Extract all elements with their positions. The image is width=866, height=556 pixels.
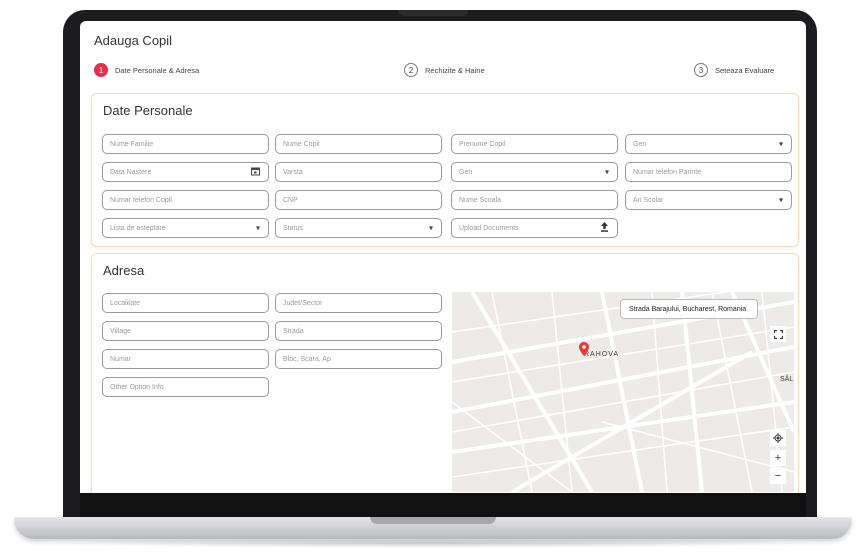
chevron-down-icon: ▾ xyxy=(428,223,433,233)
telefon-parinte-input[interactable]: Numar telefon Parinte xyxy=(625,162,792,182)
map-edge-label: SĂL xyxy=(780,376,794,383)
nume-familie-input[interactable]: Nume Familie xyxy=(102,134,269,154)
address-map[interactable]: RAHOVA SĂL Strada Barajului, Bucharest, … xyxy=(452,292,794,492)
strada-input[interactable]: Strada xyxy=(275,321,442,341)
stepper: 1 Date Personale & Adresa 2 Rechizite & … xyxy=(94,63,794,81)
village-input[interactable]: Village xyxy=(102,321,269,341)
gen-select-2[interactable]: Gen ▾ xyxy=(451,162,618,182)
zoom-out-icon[interactable]: − xyxy=(770,468,786,484)
gen-select[interactable]: Gen ▾ xyxy=(625,134,792,154)
nume-scoala-input[interactable]: Nume Scoala xyxy=(451,190,618,210)
chevron-down-icon: ▾ xyxy=(778,195,783,205)
localitate-input[interactable]: Localitate xyxy=(102,293,269,313)
chevron-down-icon: ▾ xyxy=(778,139,783,149)
page-title: Adauga Copil xyxy=(94,33,173,48)
zoom-in-icon[interactable]: + xyxy=(770,450,786,466)
screen-bezel xyxy=(80,493,806,520)
numar-input[interactable]: Numar xyxy=(102,349,269,369)
upload-icon[interactable] xyxy=(600,222,609,234)
fullscreen-icon[interactable] xyxy=(770,326,786,342)
laptop-shadow xyxy=(40,538,826,548)
lista-asteptare-select[interactable]: Lista de asteptare ▾ xyxy=(102,218,269,238)
app-screen: Adauga Copil 1 Date Personale & Adresa 2… xyxy=(80,21,806,493)
address-panel: Adresa Localitate Judet/Sector Village S… xyxy=(91,253,799,493)
step-number: 3 xyxy=(694,63,708,77)
other-option-input[interactable]: Other Option Info xyxy=(102,377,269,397)
step-label: Date Personale & Adresa xyxy=(115,65,200,75)
data-nastere-input[interactable]: Data Nastere xyxy=(102,162,269,182)
step-1[interactable]: 1 Date Personale & Adresa xyxy=(94,63,199,77)
judet-sector-input[interactable]: Judet/Sector xyxy=(275,293,442,313)
step-2[interactable]: 2 Rechizite & Haine xyxy=(404,63,485,77)
chevron-down-icon: ▾ xyxy=(255,223,260,233)
cnp-input[interactable]: CNP xyxy=(275,190,442,210)
locate-icon[interactable] xyxy=(770,430,786,446)
an-scolar-select[interactable]: An Scolar ▾ xyxy=(625,190,792,210)
step-label: Seteaza Evaluare xyxy=(715,65,775,75)
personal-data-panel: Date Personale Nume Familie Nume Copil P… xyxy=(91,93,799,247)
step-number: 2 xyxy=(404,63,418,77)
bloc-scara-ap-input[interactable]: Bloc, Scara, Ap xyxy=(275,349,442,369)
address-title: Adresa xyxy=(103,263,145,278)
step-number: 1 xyxy=(94,63,108,77)
map-location-card: Strada Barajului, Bucharest, Romania xyxy=(620,299,758,319)
upload-documents-input[interactable]: Upload Documents xyxy=(451,218,618,238)
map-pin-icon[interactable] xyxy=(579,342,589,361)
chevron-down-icon: ▾ xyxy=(604,167,609,177)
camera-notch xyxy=(398,10,468,16)
status-select[interactable]: Status ▾ xyxy=(275,218,442,238)
varsta-input[interactable]: Varsta xyxy=(275,162,442,182)
calendar-icon[interactable] xyxy=(251,167,260,178)
nume-copil-input[interactable]: Nume Copil xyxy=(275,134,442,154)
laptop-base-groove xyxy=(370,517,496,524)
prenume-copil-input[interactable]: Prenume Copil xyxy=(451,134,618,154)
step-label: Rechizite & Haine xyxy=(425,65,485,75)
map-district-label: RAHOVA xyxy=(584,351,620,358)
map-streets xyxy=(452,292,794,492)
telefon-copil-input[interactable]: Numar telefon Copil xyxy=(102,190,269,210)
step-3[interactable]: 3 Seteaza Evaluare xyxy=(694,63,774,77)
personal-data-title: Date Personale xyxy=(103,103,193,118)
